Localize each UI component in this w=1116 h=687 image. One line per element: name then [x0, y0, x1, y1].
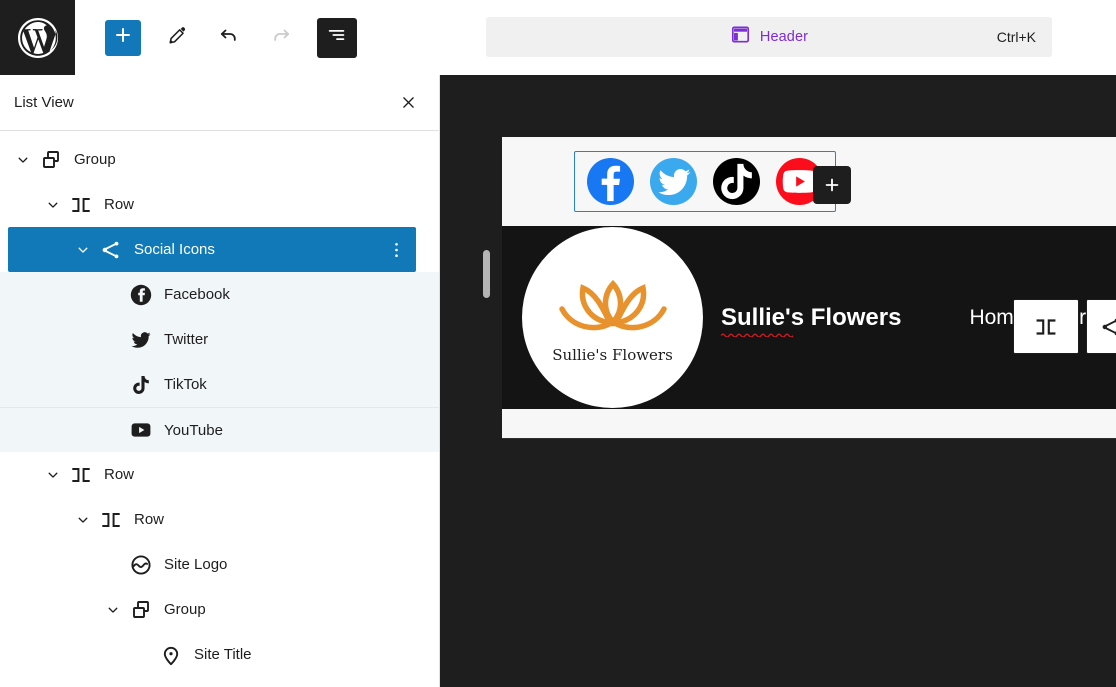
chevron-down-icon[interactable]: [40, 198, 66, 212]
tiktok-icon[interactable]: [713, 158, 760, 205]
list-view-item-tiktok[interactable]: TikTok: [0, 362, 439, 407]
facebook-icon[interactable]: [587, 158, 634, 205]
wordpress-site-editor: Header Ctrl+K List View Group Row Social I…: [0, 0, 1116, 687]
list-view-item-label: Group: [164, 601, 206, 618]
list-view-item-facebook[interactable]: Facebook: [0, 272, 439, 317]
list-view-item-label: Site Logo: [164, 556, 227, 573]
list-view-item-label: Row: [104, 196, 134, 213]
list-view-item-youtube[interactable]: YouTube: [0, 407, 439, 452]
header-template-preview: Sullie's Flowers Sullie's Flowers HomeSe…: [502, 137, 1116, 439]
list-view-item-label: Site Title: [194, 646, 252, 663]
list-view-tree: Group Row Social Icons Facebook Twitter TikTo…: [0, 131, 439, 677]
canvas-scrollbar-thumb[interactable]: [483, 250, 490, 298]
add-social-icon-button[interactable]: [813, 166, 851, 204]
list-view-item-row[interactable]: Row: [0, 182, 439, 227]
site-title-icon: [156, 643, 186, 667]
social-icons-strip: [502, 137, 1116, 226]
chevron-down-icon[interactable]: [70, 243, 96, 257]
editor-top-bar: Header Ctrl+K: [0, 0, 1116, 75]
block-toolbar: Size: [1013, 299, 1116, 354]
social-icons-icon: [96, 238, 126, 262]
edit-tool-button[interactable]: [159, 20, 195, 56]
facebook-icon: [126, 283, 156, 307]
list-view-item-options-button[interactable]: [386, 237, 406, 263]
pencil-icon: [166, 24, 188, 51]
list-view-panel: List View Group Row Social Icons Facebook Tw…: [0, 75, 440, 687]
undo-button[interactable]: [211, 20, 247, 56]
list-view-icon: [326, 24, 348, 51]
youtube-icon: [126, 418, 156, 442]
list-view-item-row[interactable]: Row: [0, 497, 439, 542]
wordpress-logo-icon: [14, 14, 62, 62]
command-bar[interactable]: Header Ctrl+K: [486, 17, 1052, 57]
list-view-item-row[interactable]: Row: [0, 452, 439, 497]
site-logo[interactable]: Sullie's Flowers: [522, 227, 703, 408]
list-view-item-label: YouTube: [164, 422, 223, 439]
redo-button[interactable]: [263, 20, 299, 56]
editor-tools: [105, 18, 357, 58]
list-view-item-social-icons[interactable]: Social Icons: [8, 227, 416, 272]
list-view-item-label: TikTok: [164, 376, 207, 393]
chevron-down-icon[interactable]: [40, 468, 66, 482]
spellcheck-squiggle: [721, 332, 793, 337]
add-block-button[interactable]: [105, 20, 141, 56]
editor-canvas: Sullie's Flowers Sullie's Flowers HomeSe…: [440, 75, 1116, 687]
command-bar-title: Header: [760, 29, 808, 45]
list-view-item-label: Row: [134, 511, 164, 528]
list-view-item-site-logo[interactable]: Site Logo: [0, 542, 439, 587]
row-icon: [96, 510, 126, 530]
select-parent-row-button[interactable]: [1013, 299, 1079, 354]
list-view-button[interactable]: [317, 18, 357, 58]
close-icon[interactable]: [393, 88, 423, 118]
list-view-item-label: Facebook: [164, 286, 230, 303]
list-view-item-twitter[interactable]: Twitter: [0, 317, 439, 362]
group-icon: [36, 148, 66, 172]
social-icons-icon: [1099, 315, 1116, 339]
site-title-text: Sullie's Flowers: [721, 304, 901, 332]
block-type-button[interactable]: [1087, 300, 1116, 353]
list-view-item-label: Group: [74, 151, 116, 168]
header-bottom-spacer: [502, 409, 1116, 439]
list-view-item-label: Social Icons: [134, 241, 215, 258]
row-icon: [1033, 317, 1059, 337]
flower-logo-icon: [552, 272, 674, 344]
redo-icon: [269, 23, 293, 52]
chevron-down-icon[interactable]: [100, 603, 126, 617]
template-part-icon: [730, 24, 751, 50]
twitter-icon: [126, 328, 156, 352]
command-bar-shortcut: Ctrl+K: [997, 29, 1036, 45]
group-icon: [126, 598, 156, 622]
block-toolbar-main: Size: [1086, 299, 1116, 354]
tiktok-icon: [126, 373, 156, 397]
undo-icon: [217, 23, 241, 52]
wordpress-logo-button[interactable]: [0, 0, 75, 75]
list-view-item-site-title[interactable]: Site Title: [0, 632, 439, 677]
list-view-item-group[interactable]: Group: [0, 137, 439, 182]
row-icon: [66, 465, 96, 485]
list-view-item-label: Twitter: [164, 331, 208, 348]
site-logo-caption: Sullie's Flowers: [552, 346, 673, 364]
chevron-down-icon[interactable]: [10, 153, 36, 167]
site-title-block[interactable]: Sullie's Flowers: [721, 304, 901, 332]
list-view-item-group[interactable]: Group: [0, 587, 439, 632]
plus-icon: [112, 24, 134, 51]
twitter-icon[interactable]: [650, 158, 697, 205]
site-logo-icon: [126, 553, 156, 577]
row-icon: [66, 195, 96, 215]
kebab-icon: [394, 241, 399, 259]
plus-icon: [822, 175, 842, 195]
list-view-header: List View: [0, 75, 439, 131]
list-view-item-label: Row: [104, 466, 134, 483]
chevron-down-icon[interactable]: [70, 513, 96, 527]
list-view-title: List View: [14, 94, 393, 111]
command-bar-center: Header: [730, 24, 808, 50]
social-icons-block[interactable]: [574, 151, 836, 212]
canvas-scrollbar[interactable]: [481, 75, 495, 687]
